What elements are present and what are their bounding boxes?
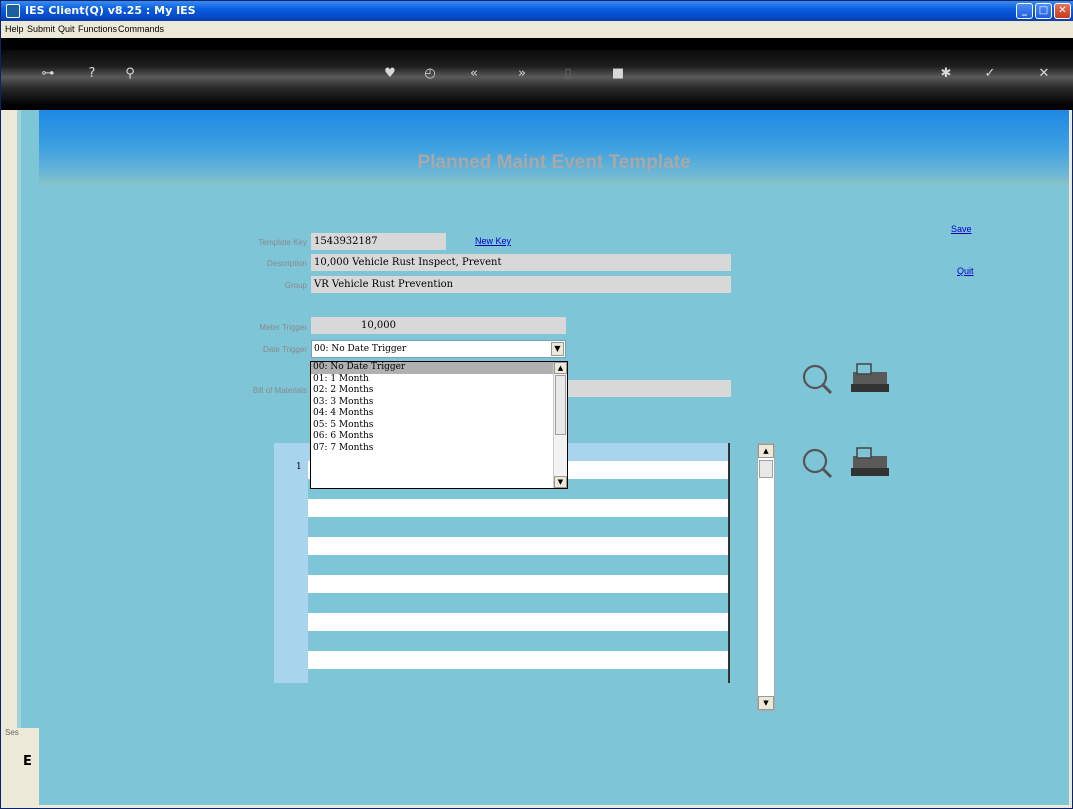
status-label: Ses bbox=[5, 728, 19, 737]
toolbar-strip bbox=[1, 50, 1073, 104]
option-item[interactable]: 07: 7 Months bbox=[311, 443, 567, 455]
stop-icon[interactable]: ■ bbox=[607, 66, 629, 81]
row-number: 1 bbox=[296, 462, 302, 472]
date-trigger-options[interactable]: 00: No Date Trigger 01: 1 Month 02: 2 Mo… bbox=[310, 361, 568, 489]
help-icon[interactable]: ? bbox=[81, 66, 103, 81]
close-icon[interactable]: ✕ bbox=[1033, 66, 1055, 81]
settings-icon[interactable]: ✱ bbox=[935, 66, 957, 81]
table-row[interactable] bbox=[308, 651, 729, 669]
scroll-down-icon[interactable]: ▼ bbox=[758, 696, 774, 710]
listbox-up-icon[interactable]: ▲ bbox=[554, 362, 567, 374]
menu-commands[interactable]: Commands bbox=[118, 24, 164, 34]
grid-border bbox=[728, 443, 730, 683]
meter-trigger-label: Meter Trigger bbox=[259, 323, 307, 332]
bom-search-icon[interactable] bbox=[801, 360, 891, 400]
close-window-button[interactable]: ✕ bbox=[1054, 3, 1071, 19]
table-row[interactable] bbox=[308, 537, 729, 555]
clock-icon[interactable]: ◴ bbox=[419, 66, 441, 81]
date-trigger-label: Date Trigger bbox=[262, 345, 307, 354]
app-window: IES Client(Q) v8.25 : My IES _ □ ✕ Help … bbox=[0, 0, 1073, 809]
group-label: Group bbox=[284, 281, 307, 290]
table-row[interactable] bbox=[308, 575, 729, 593]
left-strip bbox=[5, 110, 17, 805]
menu-functions[interactable]: Functions bbox=[78, 24, 117, 34]
window-title: IES Client(Q) v8.25 : My IES bbox=[25, 4, 196, 17]
toolbar: ⊶ ? ⚲ ♥ ◴ « » ▯ ■ ✱ ✓ ✕ bbox=[1, 38, 1073, 110]
chevron-down-icon[interactable]: ▼ bbox=[551, 342, 564, 356]
minimize-button[interactable]: _ bbox=[1016, 3, 1033, 19]
menu-bar: Help Submit Quit Functions Commands bbox=[1, 21, 1073, 38]
listbox-thumb[interactable] bbox=[555, 375, 566, 435]
title-bar[interactable]: IES Client(Q) v8.25 : My IES _ □ ✕ bbox=[1, 1, 1073, 21]
forward-icon[interactable]: » bbox=[511, 66, 533, 81]
new-key-link[interactable]: New Key bbox=[475, 236, 511, 246]
listbox-scrollbar[interactable]: ▲ ▼ bbox=[553, 362, 567, 488]
scroll-up-icon[interactable]: ▲ bbox=[758, 444, 774, 458]
rewind-icon[interactable]: « bbox=[463, 66, 485, 81]
menu-help[interactable]: Help bbox=[5, 24, 24, 34]
check-icon[interactable]: ✓ bbox=[979, 66, 1001, 81]
status-indicator: E bbox=[23, 754, 32, 769]
template-key-field[interactable]: 1543932187 bbox=[311, 233, 446, 250]
option-item[interactable]: 01: 1 Month bbox=[311, 374, 567, 386]
header-band: Planned Maint Event Template bbox=[39, 110, 1069, 185]
table-row[interactable] bbox=[308, 613, 729, 631]
template-key-label: Template Key bbox=[258, 238, 307, 247]
page-title: Planned Maint Event Template bbox=[417, 152, 691, 173]
maximize-button[interactable]: □ bbox=[1035, 3, 1052, 19]
app-icon bbox=[6, 4, 20, 18]
scroll-thumb[interactable] bbox=[759, 460, 773, 478]
option-item[interactable]: 00: No Date Trigger bbox=[311, 362, 567, 374]
group-field[interactable]: VR Vehicle Rust Prevention bbox=[311, 276, 731, 293]
option-item[interactable]: 02: 2 Months bbox=[311, 385, 567, 397]
pause-icon[interactable]: ▯ bbox=[557, 66, 579, 81]
description-label: Description bbox=[266, 259, 307, 268]
listbox-down-icon[interactable]: ▼ bbox=[554, 476, 567, 488]
quit-link[interactable]: Quit bbox=[957, 266, 974, 276]
grid-search-icon[interactable] bbox=[801, 444, 891, 484]
option-item[interactable]: 06: 6 Months bbox=[311, 431, 567, 443]
status-panel: Ses E bbox=[5, 728, 39, 805]
grid-scrollbar[interactable]: ▲ ▼ bbox=[757, 443, 775, 711]
key-icon[interactable]: ⊶ bbox=[37, 66, 59, 81]
option-item[interactable]: 04: 4 Months bbox=[311, 408, 567, 420]
option-item[interactable]: 05: 5 Months bbox=[311, 420, 567, 432]
grid-gutter bbox=[274, 443, 308, 683]
description-field[interactable]: 10,000 Vehicle Rust Inspect, Prevent bbox=[311, 254, 731, 271]
client-area: Planned Maint Event Template Template Ke… bbox=[5, 110, 1069, 805]
save-link[interactable]: Save bbox=[951, 224, 972, 234]
bom-field[interactable] bbox=[565, 380, 731, 397]
bom-label: Bill of Materials bbox=[252, 386, 307, 395]
left-strip-inner bbox=[17, 110, 21, 805]
option-item[interactable]: 03: 3 Months bbox=[311, 397, 567, 409]
search-icon[interactable]: ⚲ bbox=[119, 66, 141, 81]
menu-quit[interactable]: Quit bbox=[58, 24, 75, 34]
heart-icon[interactable]: ♥ bbox=[379, 66, 401, 81]
meter-trigger-field[interactable]: 10,000 bbox=[311, 317, 566, 334]
menu-submit[interactable]: Submit bbox=[27, 24, 55, 34]
date-trigger-value: 00: No Date Trigger bbox=[314, 344, 407, 354]
date-trigger-select[interactable]: 00: No Date Trigger ▼ bbox=[311, 340, 566, 358]
table-row[interactable] bbox=[308, 499, 729, 517]
